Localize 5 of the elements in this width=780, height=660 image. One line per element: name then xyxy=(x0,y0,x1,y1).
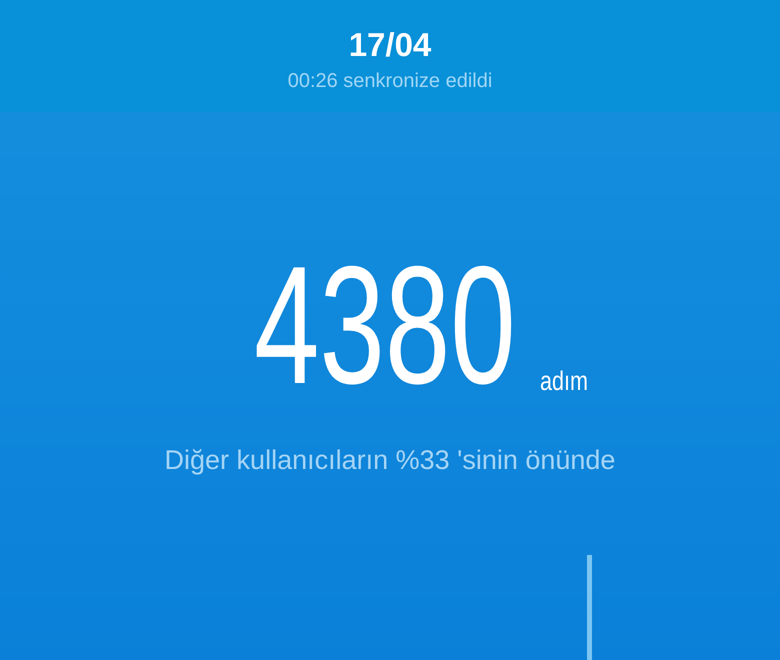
step-count: 4380 xyxy=(254,250,516,400)
comparison-text: Diğer kullanıcıların %33 'sinin önünde xyxy=(164,444,616,477)
date-label: 17/04 xyxy=(348,26,432,64)
sync-status: 00:26 senkronize edildi xyxy=(288,69,492,94)
step-unit: adım xyxy=(540,366,588,396)
